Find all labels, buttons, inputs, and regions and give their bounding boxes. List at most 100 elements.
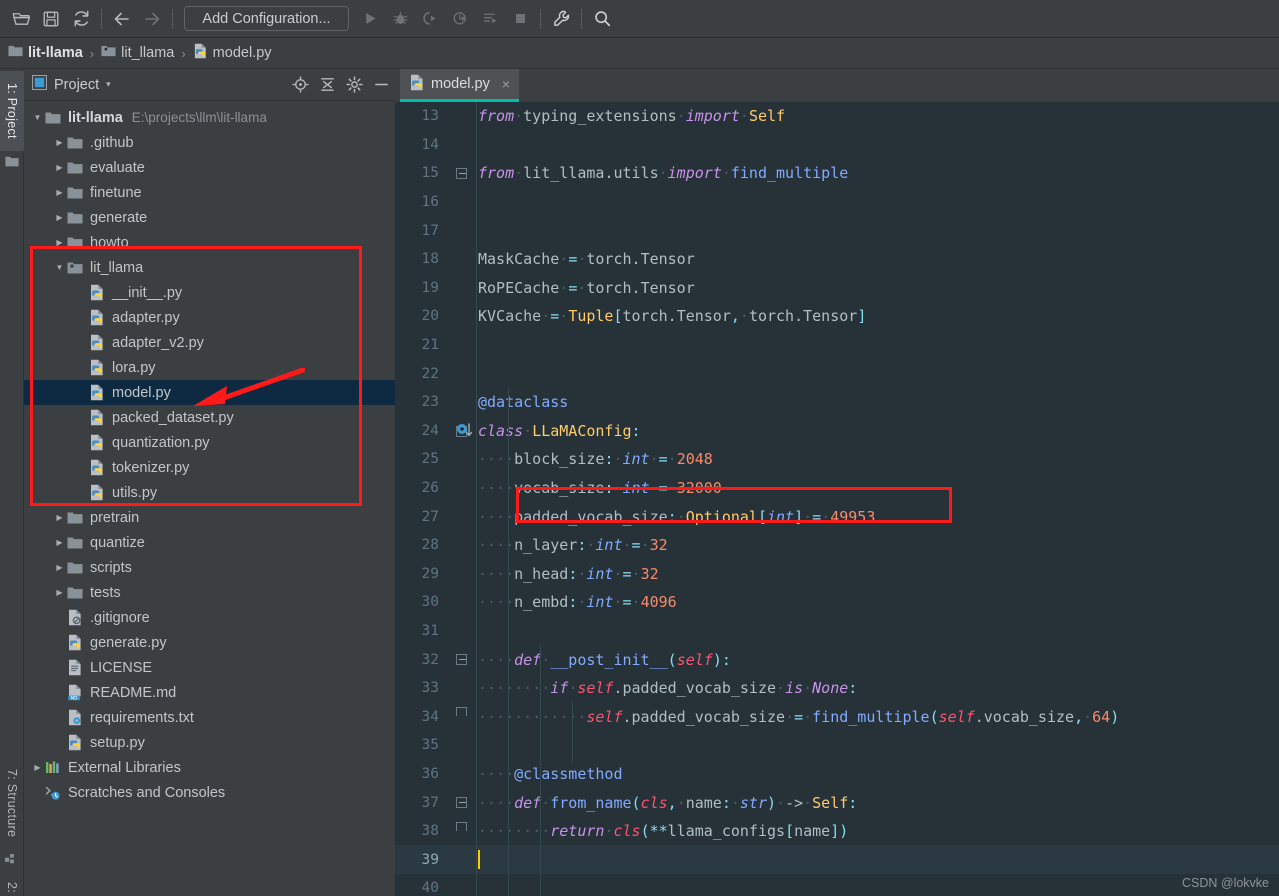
code-line[interactable]: 29 ····n_head:·int·=·32 [395, 560, 1279, 589]
tree-item-howto[interactable]: ▶ howto [24, 230, 395, 255]
chevron-right-icon[interactable]: ▶ [52, 588, 67, 597]
code-line[interactable]: 13 from·typing_extensions·import·Self [395, 102, 1279, 131]
fold-gutter[interactable] [450, 159, 476, 188]
tree-item-setup-py[interactable]: setup.py [24, 730, 395, 755]
code-line[interactable]: 36 ····@classmethod [395, 760, 1279, 789]
code-editor[interactable]: 13 from·typing_extensions·import·Self 14 15… [395, 102, 1279, 896]
open-folder-icon[interactable] [6, 4, 36, 34]
chevron-down-icon[interactable]: ▼ [30, 113, 45, 122]
code-line[interactable]: 21 [395, 331, 1279, 360]
code-line[interactable]: 31 [395, 617, 1279, 646]
fold-gutter[interactable] [450, 845, 476, 874]
fold-gutter[interactable] [450, 359, 476, 388]
fold-gutter[interactable] [450, 617, 476, 646]
chevron-right-icon[interactable]: ▶ [30, 763, 45, 772]
breadcrumb-item-0[interactable]: lit-llama [8, 44, 83, 62]
chevron-right-icon[interactable]: ▶ [52, 563, 67, 572]
code-line[interactable]: 39 [395, 845, 1279, 875]
fold-gutter[interactable] [450, 245, 476, 274]
back-arrow-icon[interactable] [107, 4, 137, 34]
code-line[interactable]: 18 MaskCache·=·torch.Tensor [395, 245, 1279, 274]
fold-gutter[interactable] [450, 274, 476, 303]
tree-item-lit-llama[interactable]: ▼ lit-llama E:\projects\llm\lit-llama [24, 105, 395, 130]
locate-target-icon[interactable] [287, 71, 314, 98]
code-line[interactable]: 37 ····def·from_name(cls,·name:·str)·->·S… [395, 788, 1279, 817]
tree-item-license[interactable]: LICENSE [24, 655, 395, 680]
breadcrumb-item-1[interactable]: lit_llama [101, 44, 174, 62]
chevron-right-icon[interactable]: ▶ [52, 188, 67, 197]
fold-gutter[interactable] [450, 388, 476, 417]
code-line[interactable]: 19 RoPECache·=·torch.Tensor [395, 274, 1279, 303]
collapse-all-icon[interactable] [314, 71, 341, 98]
breadcrumb-item-2[interactable]: model.py [193, 43, 272, 63]
chevron-right-icon[interactable]: ▶ [52, 213, 67, 222]
fold-gutter[interactable] [450, 445, 476, 474]
sidebar-tab-favorites[interactable]: 2: Favorites [0, 869, 24, 896]
tree-item-finetune[interactable]: ▶ finetune [24, 180, 395, 205]
tree-item-scratches-and-consoles[interactable]: Scratches and Consoles [24, 780, 395, 805]
tree-item-model-py[interactable]: model.py [24, 380, 395, 405]
code-line[interactable]: 40 [395, 874, 1279, 896]
chevron-right-icon[interactable]: ▶ [52, 163, 67, 172]
tree-item-pretrain[interactable]: ▶ pretrain [24, 505, 395, 530]
code-line[interactable]: 17 [395, 216, 1279, 245]
code-line[interactable]: 34 ············self.padded_vocab_size·=·f… [395, 702, 1279, 731]
tree-item-lit-llama[interactable]: ▼ lit_llama [24, 255, 395, 280]
fold-gutter[interactable] [450, 188, 476, 217]
code-line[interactable]: 22 [395, 359, 1279, 388]
sidebar-tab-project[interactable]: 1: Project [0, 71, 24, 151]
fold-gutter[interactable] [450, 702, 476, 731]
project-tree[interactable]: ▼ lit-llama E:\projects\llm\lit-llama ▶ .git… [24, 101, 395, 896]
chevron-right-icon[interactable]: ▶ [52, 138, 67, 147]
fold-gutter[interactable] [450, 874, 476, 896]
fold-gutter[interactable] [450, 102, 476, 131]
tree-item-tests[interactable]: ▶ tests [24, 580, 395, 605]
fold-gutter[interactable] [450, 531, 476, 560]
code-line[interactable]: 15 from·lit_llama.utils·import·find_multi… [395, 159, 1279, 188]
hide-minimize-icon[interactable] [368, 71, 395, 98]
tree-item-evaluate[interactable]: ▶ evaluate [24, 155, 395, 180]
tree-item-tokenizer-py[interactable]: tokenizer.py [24, 455, 395, 480]
code-line[interactable]: 28 ····n_layer:·int·=·32 [395, 531, 1279, 560]
code-line[interactable]: 25 ····block_size:·int·=·2048 [395, 445, 1279, 474]
fold-gutter[interactable] [450, 302, 476, 331]
search-everywhere-icon[interactable] [587, 4, 617, 34]
fold-gutter[interactable] [450, 588, 476, 617]
fold-gutter[interactable] [450, 502, 476, 531]
tree-item-generate-py[interactable]: generate.py [24, 630, 395, 655]
code-line[interactable]: 23 @dataclass [395, 388, 1279, 417]
code-line[interactable]: 35 [395, 731, 1279, 760]
chevron-right-icon[interactable]: ▶ [52, 538, 67, 547]
fold-gutter[interactable] [450, 216, 476, 245]
fold-gutter[interactable] [450, 645, 476, 674]
tree-item-external-libraries[interactable]: ▶ External Libraries [24, 755, 395, 780]
sync-refresh-icon[interactable] [66, 4, 96, 34]
close-icon[interactable]: × [502, 76, 510, 92]
add-configuration-button[interactable]: Add Configuration... [184, 6, 349, 31]
tree-item-quantization-py[interactable]: quantization.py [24, 430, 395, 455]
tab-model-py[interactable]: model.py × [400, 69, 520, 102]
chevron-down-icon[interactable]: ▼ [52, 263, 67, 272]
subclass-marker-icon[interactable] [455, 421, 477, 443]
settings-wrench-icon[interactable] [546, 4, 576, 34]
fold-gutter[interactable] [450, 331, 476, 360]
code-line[interactable]: 32 ····def·__post_init__(self): [395, 645, 1279, 674]
tree-item-packed-dataset-py[interactable]: packed_dataset.py [24, 405, 395, 430]
chevron-down-icon[interactable]: ▾ [106, 79, 111, 90]
fold-gutter[interactable] [450, 817, 476, 846]
code-line[interactable]: 16 [395, 188, 1279, 217]
fold-gutter[interactable] [450, 674, 476, 703]
tree-item-adapter-v2-py[interactable]: adapter_v2.py [24, 330, 395, 355]
fold-gutter[interactable] [450, 760, 476, 789]
fold-gutter[interactable] [450, 131, 476, 160]
tree-item-generate[interactable]: ▶ generate [24, 205, 395, 230]
tree-item-adapter-py[interactable]: adapter.py [24, 305, 395, 330]
fold-gutter[interactable] [450, 788, 476, 817]
chevron-right-icon[interactable]: ▶ [52, 513, 67, 522]
code-line[interactable]: 30 ····n_embd:·int·=·4096 [395, 588, 1279, 617]
tree-item-scripts[interactable]: ▶ scripts [24, 555, 395, 580]
tree-item--gitignore[interactable]: .gitignore [24, 605, 395, 630]
tree-item-requirements-txt[interactable]: requirements.txt [24, 705, 395, 730]
code-line[interactable]: 38 ········return·cls(**llama_configs[nam… [395, 817, 1279, 846]
fold-gutter[interactable] [450, 731, 476, 760]
